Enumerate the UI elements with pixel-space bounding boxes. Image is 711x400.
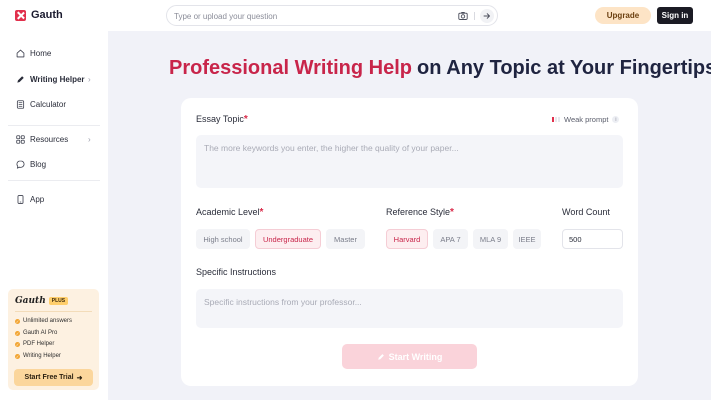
plus-feature: ✓ PDF Helper (15, 341, 54, 347)
academic-level-label: Academic Level* (196, 207, 263, 218)
camera-icon[interactable] (458, 11, 468, 21)
specific-instructions-input[interactable] (196, 289, 623, 328)
page-title-rest: on Any Topic at Your Fingertips (417, 56, 711, 79)
trial-button-label: Start Free Trial (24, 374, 74, 381)
reference-style-mla9[interactable]: MLA 9 (473, 229, 508, 249)
reference-style-label: Reference Style* (386, 207, 454, 218)
specific-instructions-label: Specific Instructions (196, 267, 277, 277)
plus-badge: PLUS (48, 297, 69, 305)
sidebar-item-home[interactable]: Home (0, 43, 108, 63)
plus-feature-label: Unlimited answers (23, 318, 73, 324)
check-icon: ✓ (15, 341, 20, 347)
essay-topic-label: Essay Topic* (196, 114, 248, 125)
home-icon (16, 49, 25, 57)
gauth-logo-icon (15, 9, 26, 21)
sidebar: Home Writing Helper › Calculator Resourc… (0, 31, 108, 400)
sidebar-item-blog[interactable]: Blog (0, 154, 108, 174)
chat-icon (16, 159, 25, 169)
sidebar-item-writing-helper[interactable]: Writing Helper › (0, 69, 108, 89)
calculator-icon (16, 99, 25, 109)
word-count-label: Word Count (562, 207, 610, 217)
check-icon: ✓ (15, 330, 20, 336)
chevron-right-icon: › (88, 74, 91, 84)
plus-feature-label: PDF Helper (23, 341, 55, 347)
search-divider (474, 12, 475, 20)
arrow-right-icon: ➜ (76, 374, 83, 382)
reference-style-label-text: Reference Style (386, 207, 451, 217)
start-writing-button[interactable]: Start Writing (342, 344, 477, 369)
top-bar: Gauth Upgrade Sign in (0, 0, 711, 31)
info-icon[interactable]: i (612, 116, 620, 123)
writing-form-card: Essay Topic* Weak prompt i Academic Leve… (181, 98, 638, 386)
plus-feature: ✓ Writing Helper (15, 353, 61, 359)
chevron-right-icon: › (88, 134, 91, 144)
strength-bars (552, 117, 560, 122)
sidebar-item-label: App (30, 194, 45, 204)
search-submit-button[interactable] (480, 9, 494, 23)
start-free-trial-button[interactable]: Start Free Trial ➜ (14, 369, 93, 386)
plus-feature: ✓ Gauth AI Pro (15, 330, 57, 336)
academic-level-high-school[interactable]: High school (196, 229, 250, 249)
required-mark: * (450, 207, 454, 218)
gauth-plus-logo: Gauth PLUS (15, 296, 69, 306)
search-bar (166, 5, 498, 26)
check-icon: ✓ (15, 318, 20, 324)
plus-feature: ✓ Unlimited answers (15, 318, 72, 324)
arrow-right-icon (483, 13, 490, 19)
sidebar-divider (8, 180, 100, 181)
prompt-strength-indicator: Weak prompt i (552, 115, 620, 124)
pen-icon (377, 353, 384, 360)
academic-level-undergraduate[interactable]: Undergraduate (255, 229, 321, 249)
reference-style-ieee[interactable]: IEEE (513, 229, 541, 249)
plus-brand: Gauth (15, 296, 46, 306)
sidebar-item-label: Writing Helper (30, 74, 85, 84)
sidebar-item-label: Calculator (30, 99, 67, 109)
gauth-logo[interactable]: Gauth (15, 9, 63, 21)
pen-icon (17, 75, 24, 83)
page-title: Professional Writing Help on Any Topic a… (160, 56, 711, 80)
sidebar-item-calculator[interactable]: Calculator (0, 94, 108, 114)
required-mark: * (243, 114, 248, 125)
sidebar-item-label: Resources (30, 134, 69, 144)
check-icon: ✓ (15, 353, 20, 359)
sidebar-divider (8, 125, 100, 126)
academic-level-master[interactable]: Master (326, 229, 365, 249)
required-mark: * (259, 207, 264, 218)
reference-style-harvard[interactable]: Harvard (386, 229, 428, 249)
sign-in-button[interactable]: Sign in (657, 7, 693, 24)
essay-topic-input[interactable] (196, 135, 623, 188)
page-title-highlight: Professional Writing Help (169, 56, 412, 79)
essay-topic-label-text: Essay Topic (196, 114, 244, 124)
grid-icon (16, 134, 25, 144)
academic-level-label-text: Academic Level (196, 207, 260, 217)
reference-style-apa7[interactable]: APA 7 (433, 229, 468, 249)
word-count-input[interactable] (562, 229, 623, 249)
phone-icon (17, 194, 24, 204)
sidebar-item-resources[interactable]: Resources › (0, 129, 108, 149)
upgrade-button[interactable]: Upgrade (595, 7, 651, 24)
start-writing-label: Start Writing (388, 351, 443, 362)
plus-divider (15, 311, 92, 312)
sidebar-item-app[interactable]: App (0, 189, 108, 209)
plus-feature-label: Writing Helper (23, 353, 61, 359)
gauth-plus-card: Gauth PLUS ✓ Unlimited answers ✓ Gauth A… (8, 289, 99, 390)
sidebar-item-label: Blog (30, 159, 47, 169)
plus-feature-label: Gauth AI Pro (23, 330, 58, 336)
search-input[interactable] (174, 9, 444, 23)
prompt-strength-label: Weak prompt (564, 115, 609, 124)
sidebar-item-label: Home (30, 48, 52, 58)
logo-text: Gauth (31, 9, 63, 21)
